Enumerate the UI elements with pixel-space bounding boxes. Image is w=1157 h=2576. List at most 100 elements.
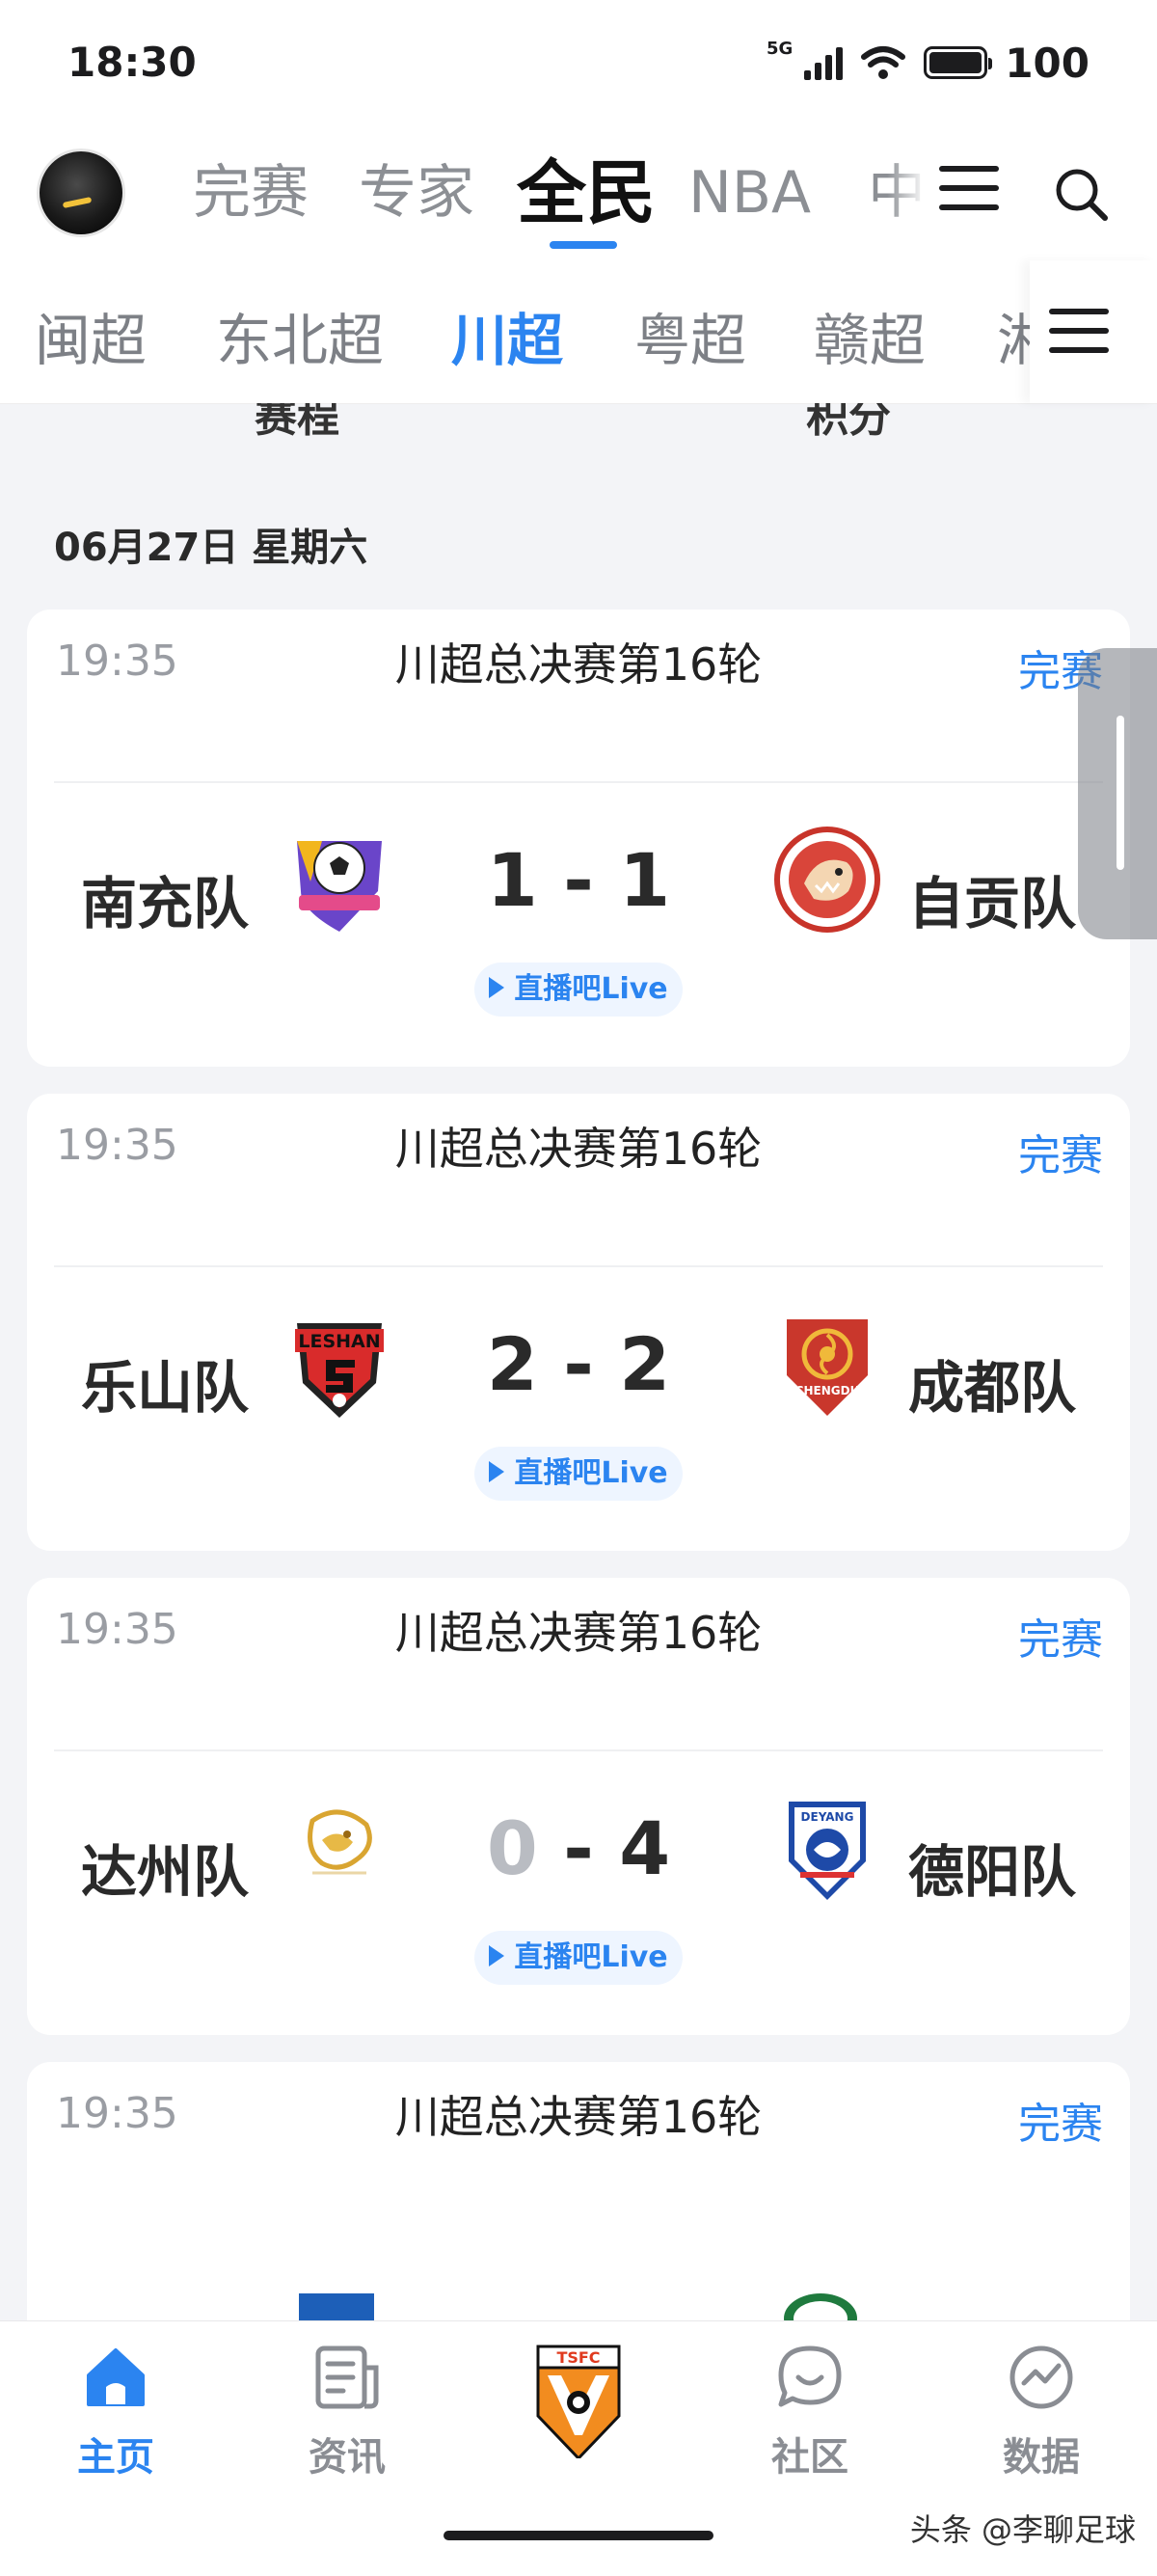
nav-home[interactable]: 主页: [39, 2343, 193, 2481]
home-team-name[interactable]: 乐山队: [81, 1342, 249, 1424]
tab-standings[interactable]: 积分: [806, 403, 891, 440]
tab-schedule[interactable]: 赛程: [255, 403, 339, 440]
match-time: 19:35: [56, 637, 178, 686]
zigong-team-logo: [774, 827, 880, 933]
league-tab-minchao[interactable]: 闽超: [35, 295, 147, 376]
nav-community-label: 社区: [771, 2435, 848, 2480]
tsfc-logo-text: TSFC: [556, 2348, 600, 2367]
league-tab-ganchao[interactable]: 赣超: [814, 295, 926, 376]
status-bar: 18:30 5G 100: [0, 0, 1157, 135]
match-round: 川超总决赛第16轮: [394, 638, 763, 691]
home-team-name[interactable]: 南充队: [81, 858, 249, 939]
deyang-logo-text: DEYANG: [801, 1810, 854, 1824]
section-tabs: 赛程 积分: [0, 403, 1157, 440]
away-score: 4: [619, 1805, 671, 1891]
live-stream-button[interactable]: 直播吧Live: [474, 963, 683, 1017]
match-time: 19:35: [56, 1121, 178, 1170]
user-avatar[interactable]: [37, 149, 125, 237]
away-team-name[interactable]: 德阳队: [908, 1827, 1076, 1908]
tab-nba[interactable]: NBA: [688, 154, 811, 241]
match-score: 0 - 4: [486, 1805, 671, 1891]
divider: [54, 1749, 1103, 1751]
wifi-icon: [861, 46, 906, 79]
chengdu-team-logo: CHENGDU: [787, 1319, 868, 1416]
cellular-signal-icon: [804, 45, 844, 80]
tab-finished[interactable]: 完赛: [193, 154, 309, 241]
live-stream-label: 直播吧Live: [514, 1940, 668, 1974]
network-type: 5G: [767, 39, 794, 59]
match-round: 川超总决赛第16轮: [394, 1123, 763, 1175]
live-stream-button[interactable]: 直播吧Live: [474, 1931, 683, 1985]
deyang-team-logo: DEYANG: [789, 1802, 866, 1900]
match-score: 1 - 1: [486, 837, 671, 923]
away-team-name[interactable]: 自贡队: [908, 858, 1076, 939]
home-icon: [81, 2343, 150, 2412]
away-score: 1: [619, 837, 671, 923]
away-team-name[interactable]: 成都队: [908, 1342, 1076, 1424]
dazhou-team-logo: [308, 1809, 372, 1875]
league-tab-dongbeichao[interactable]: 东北超: [216, 295, 384, 376]
play-icon: [489, 1460, 505, 1482]
tab-all-people[interactable]: 全民: [517, 154, 656, 241]
battery-icon: [924, 46, 993, 79]
play-icon: [489, 976, 505, 998]
live-stream-button[interactable]: 直播吧Live: [474, 1447, 683, 1501]
away-score: 2: [619, 1321, 671, 1407]
status-icons: 5G 100: [767, 39, 1090, 87]
league-tab-yuechao[interactable]: 粤超: [634, 295, 746, 376]
home-score: 0: [486, 1805, 538, 1891]
league-tabs: 闽超 东北超 川超 粤超 赣超 湘: [0, 260, 1157, 404]
match-round: 川超总决赛第16轮: [394, 2091, 763, 2143]
data-chart-icon: [1007, 2343, 1076, 2412]
league-tab-chuanchao[interactable]: 川超: [451, 295, 563, 376]
top-nav: 完赛 专家 全民 NBA 中: [0, 135, 1157, 260]
leshan-team-logo: LESHAN: [295, 1323, 384, 1418]
match-card[interactable]: 19:35 川超总决赛第16轮 完赛 达州队 0 - 4 DEYANG 德阳队 …: [27, 1578, 1130, 2035]
nav-home-label: 主页: [77, 2435, 154, 2480]
watermark: 头条 @李聊足球: [909, 2511, 1136, 2548]
menu-icon[interactable]: [939, 166, 999, 210]
home-score: 1: [486, 837, 538, 923]
news-icon: [312, 2343, 382, 2412]
tab-fade: [887, 135, 926, 260]
nav-news[interactable]: 资讯: [270, 2343, 424, 2481]
home-team-name[interactable]: 达州队: [81, 1827, 249, 1908]
home-score: 2: [486, 1321, 538, 1407]
live-stream-label: 直播吧Live: [514, 1456, 668, 1490]
match-time: 19:35: [56, 2089, 178, 2138]
chengdu-logo-text: CHENGDU: [795, 1384, 860, 1397]
status-time: 18:30: [67, 39, 197, 86]
scroll-handle[interactable]: [1078, 648, 1157, 939]
nav-data-label: 数据: [1003, 2435, 1080, 2480]
match-score: 2 - 2: [486, 1321, 671, 1407]
main-tabs: 完赛 专家 全民 NBA 中: [193, 154, 926, 241]
match-status: 完赛: [1018, 2100, 1103, 2149]
nav-news-label: 资讯: [309, 2435, 386, 2480]
nav-data[interactable]: 数据: [964, 2343, 1118, 2481]
live-stream-label: 直播吧Live: [514, 972, 668, 1006]
nanchong-team-logo: [297, 841, 382, 932]
leshan-logo-text: LESHAN: [298, 1331, 380, 1352]
league-tab-xiangchao[interactable]: 湘: [997, 295, 1030, 376]
divider: [54, 781, 1103, 783]
match-time: 19:35: [56, 1605, 178, 1654]
battery-level: 100: [1005, 39, 1090, 87]
play-icon: [489, 1944, 505, 1966]
match-round: 川超总决赛第16轮: [394, 1607, 763, 1659]
league-menu-icon[interactable]: [1049, 309, 1109, 353]
match-card[interactable]: 19:35 川超总决赛第16轮 完赛 乐山队 LESHAN 2 - 2 CHEN…: [27, 1094, 1130, 1551]
tsfc-logo: TSFC: [536, 2345, 621, 2461]
active-tab-indicator: [550, 241, 617, 249]
date-header: 06月27日 星期六: [54, 526, 368, 570]
search-icon[interactable]: [1053, 166, 1111, 224]
match-card[interactable]: 19:35 川超总决赛第16轮 完赛 南充队 1 - 1 自贡队 直播吧Live: [27, 610, 1130, 1067]
match-status: 完赛: [1018, 1615, 1103, 1665]
home-indicator[interactable]: [444, 2531, 713, 2540]
divider: [54, 1265, 1103, 1267]
match-status: 完赛: [1018, 1131, 1103, 1180]
nav-team[interactable]: TSFC: [501, 2343, 656, 2462]
tab-expert[interactable]: 专家: [359, 154, 474, 241]
nav-community[interactable]: 社区: [733, 2343, 887, 2481]
league-menu-area: [1030, 260, 1157, 403]
chat-bubble-icon: [775, 2343, 845, 2412]
